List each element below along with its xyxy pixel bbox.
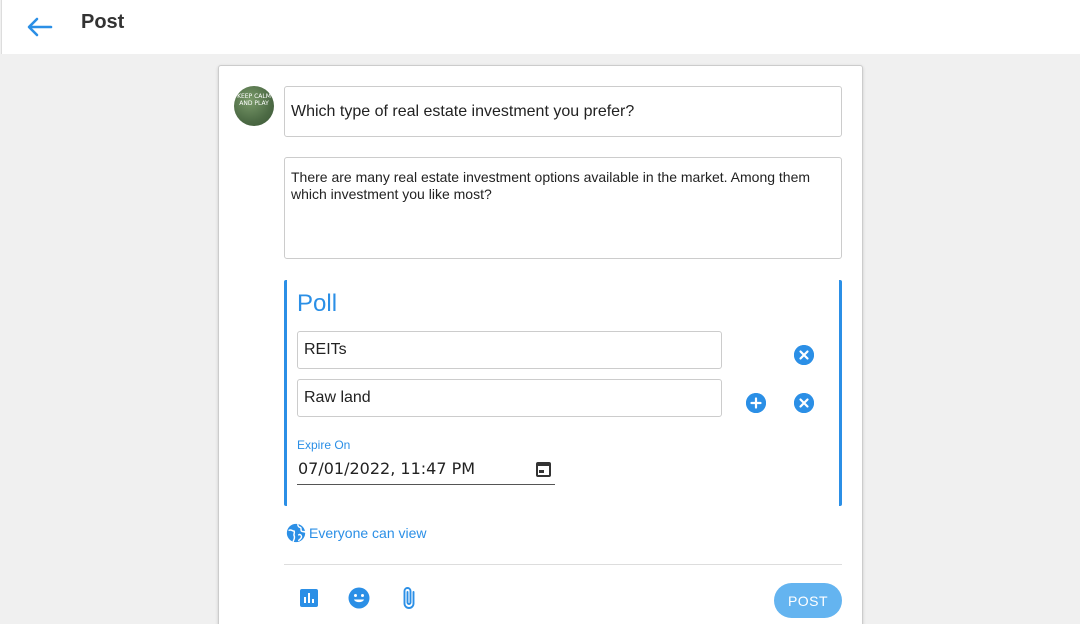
avatar: KEEP CALM AND PLAY [234, 86, 274, 126]
poll-title: Poll [297, 290, 338, 317]
back-arrow-icon[interactable] [24, 14, 54, 40]
poll-section: Poll REITs Raw land Expire On 07/01/2022… [284, 280, 842, 506]
calendar-icon[interactable] [536, 462, 551, 477]
add-option-icon[interactable] [746, 393, 766, 413]
post-description-input[interactable]: There are many real estate investment op… [284, 157, 842, 259]
remove-option-2-icon[interactable] [794, 393, 814, 413]
globe-icon [286, 523, 306, 543]
visibility-label: Everyone can view [309, 525, 427, 541]
top-bar: Post [1, 0, 1080, 54]
remove-option-1-icon[interactable] [794, 345, 814, 365]
poll-chart-icon[interactable] [297, 586, 321, 610]
attachment-icon[interactable] [397, 586, 421, 610]
divider [284, 564, 842, 565]
expire-on-label: Expire On [297, 438, 351, 452]
post-title-input[interactable]: Which type of real estate investment you… [284, 86, 842, 137]
expire-datetime-value: 07/01/2022, 11:47 PM [298, 459, 476, 478]
visibility-selector[interactable]: Everyone can view [285, 522, 427, 544]
post-composer-card: KEEP CALM AND PLAY Which type of real es… [218, 65, 863, 624]
page-title: Post [81, 11, 125, 33]
expire-datetime-input[interactable]: 07/01/2022, 11:47 PM [297, 455, 555, 485]
poll-option-input-1[interactable]: REITs [297, 331, 722, 369]
post-button[interactable]: POST [774, 583, 842, 618]
poll-option-input-2[interactable]: Raw land [297, 379, 722, 417]
emoji-icon[interactable] [347, 586, 371, 610]
